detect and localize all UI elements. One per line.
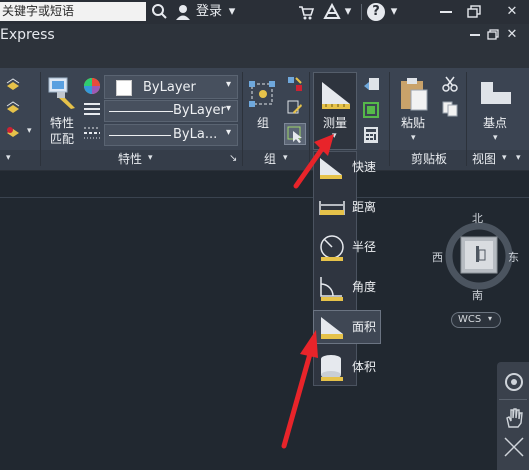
tab-strip-border: [0, 197, 529, 198]
layer-tool-icon[interactable]: [5, 78, 21, 92]
cart-icon[interactable]: [298, 0, 314, 24]
id-point-icon[interactable]: [362, 76, 380, 92]
chevron-down-icon[interactable]: ▾: [226, 103, 231, 114]
measure-menu-item-angle[interactable]: 角度: [313, 271, 393, 303]
divider: [361, 4, 362, 20]
ungroup-icon[interactable]: [287, 76, 303, 92]
minimize-icon[interactable]: [440, 11, 452, 13]
lineweight-preview: [109, 135, 171, 136]
color-swatch: [116, 80, 132, 96]
compass-north[interactable]: 北: [472, 210, 483, 226]
chevron-down-icon[interactable]: ▾: [493, 133, 498, 143]
tab-bar: [0, 24, 529, 68]
chevron-down-icon[interactable]: ▾: [411, 133, 416, 143]
layer-tool-icon[interactable]: [5, 101, 21, 115]
match-properties-icon[interactable]: [47, 76, 79, 110]
paste-label[interactable]: 粘贴: [401, 116, 425, 130]
layer-tool-icon[interactable]: [5, 124, 21, 140]
close-icon[interactable]: ✕: [504, 2, 520, 22]
lineweight-combo[interactable]: ByLa... ▾: [104, 124, 238, 146]
quick-measure-label: 快速: [352, 160, 377, 174]
pan-hand-icon[interactable]: [504, 407, 524, 429]
help-icon[interactable]: ?: [367, 3, 385, 21]
angle-label: 角度: [352, 280, 377, 294]
search-input[interactable]: 关键字或短语: [0, 2, 146, 21]
copy-icon[interactable]: [442, 101, 458, 117]
compass-south[interactable]: 南: [472, 287, 483, 303]
panel-separator: [40, 72, 41, 166]
linetype-value: ByLayer: [173, 103, 226, 118]
login-link[interactable]: 登录: [196, 0, 222, 24]
wcs-label: WCS: [458, 314, 482, 325]
calculator-icon[interactable]: [363, 126, 379, 144]
wcs-menu[interactable]: WCS ▾: [451, 312, 501, 328]
volume-label: 体积: [352, 360, 377, 374]
annotation-arrow: [293, 134, 334, 189]
radius-label: 半径: [352, 240, 377, 254]
chevron-down-icon[interactable]: ▾: [27, 126, 32, 136]
annotation-arrow: [281, 330, 318, 449]
group-icon[interactable]: [248, 80, 278, 108]
chevron-down-icon[interactable]: ▾: [226, 127, 231, 138]
lineweight-value: ByLa...: [173, 127, 218, 142]
cut-icon[interactable]: [442, 76, 458, 92]
search-icon[interactable]: [150, 0, 168, 24]
ribbon-options-icon[interactable]: ▾: [516, 153, 521, 163]
linetype-preview: [109, 111, 173, 112]
group-edit-icon[interactable]: [287, 100, 303, 116]
match-properties-label[interactable]: 特性: [50, 116, 74, 130]
doc-close-icon[interactable]: ✕: [505, 25, 519, 45]
lineweight-icon[interactable]: [84, 126, 100, 140]
zoom-extents-icon[interactable]: [503, 436, 525, 458]
measure-menu-item-radius[interactable]: 半径: [313, 231, 393, 263]
linetype-icon[interactable]: [84, 102, 100, 116]
doc-restore-icon[interactable]: [487, 29, 499, 41]
doc-minimize-icon[interactable]: [470, 34, 480, 36]
base-point-label[interactable]: 基点: [483, 116, 507, 130]
match-properties-label[interactable]: 匹配: [50, 132, 74, 146]
quick-select-icon[interactable]: [362, 101, 380, 119]
restore-icon[interactable]: [467, 5, 481, 19]
area-label: 面积: [352, 320, 377, 334]
panel-launcher-icon[interactable]: ↘: [229, 153, 237, 164]
panel-expand-icon[interactable]: ▾: [148, 153, 153, 163]
color-value: ByLayer: [143, 80, 196, 95]
radius-icon: [320, 235, 344, 261]
panel-expand-icon[interactable]: ▾: [502, 153, 507, 163]
color-combo[interactable]: ByLayer ▾: [104, 75, 238, 99]
tab-express[interactable]: Express: [0, 27, 55, 43]
panel-expand-icon[interactable]: ▾: [6, 153, 11, 163]
distance-icon: [319, 201, 345, 215]
chevron-down-icon: ▾: [488, 314, 493, 323]
chevron-down-icon[interactable]: ▾: [226, 0, 238, 24]
compass-west[interactable]: 西: [432, 249, 443, 265]
paste-icon[interactable]: [397, 76, 431, 112]
panel-title-clipboard[interactable]: 剪贴板: [400, 150, 458, 168]
compass-east[interactable]: 东: [508, 249, 519, 265]
angle-icon: [320, 277, 343, 301]
chevron-down-icon[interactable]: ▾: [226, 79, 231, 90]
autodesk-a360-icon[interactable]: [322, 0, 342, 24]
panel-separator: [242, 72, 243, 166]
group-label[interactable]: 组: [257, 116, 269, 130]
steering-wheel-icon[interactable]: [504, 372, 524, 392]
panel-title-view[interactable]: 视图: [468, 150, 500, 168]
user-icon[interactable]: [174, 3, 192, 21]
chevron-down-icon[interactable]: ▾: [342, 0, 354, 24]
linetype-combo[interactable]: ByLayer ▾: [104, 100, 238, 122]
divider: [499, 399, 527, 400]
panel-separator: [466, 72, 467, 166]
color-wheel-icon[interactable]: [83, 77, 101, 95]
chevron-down-icon[interactable]: ▾: [388, 0, 400, 24]
base-point-icon[interactable]: [479, 80, 513, 106]
distance-label: 距离: [352, 200, 377, 214]
